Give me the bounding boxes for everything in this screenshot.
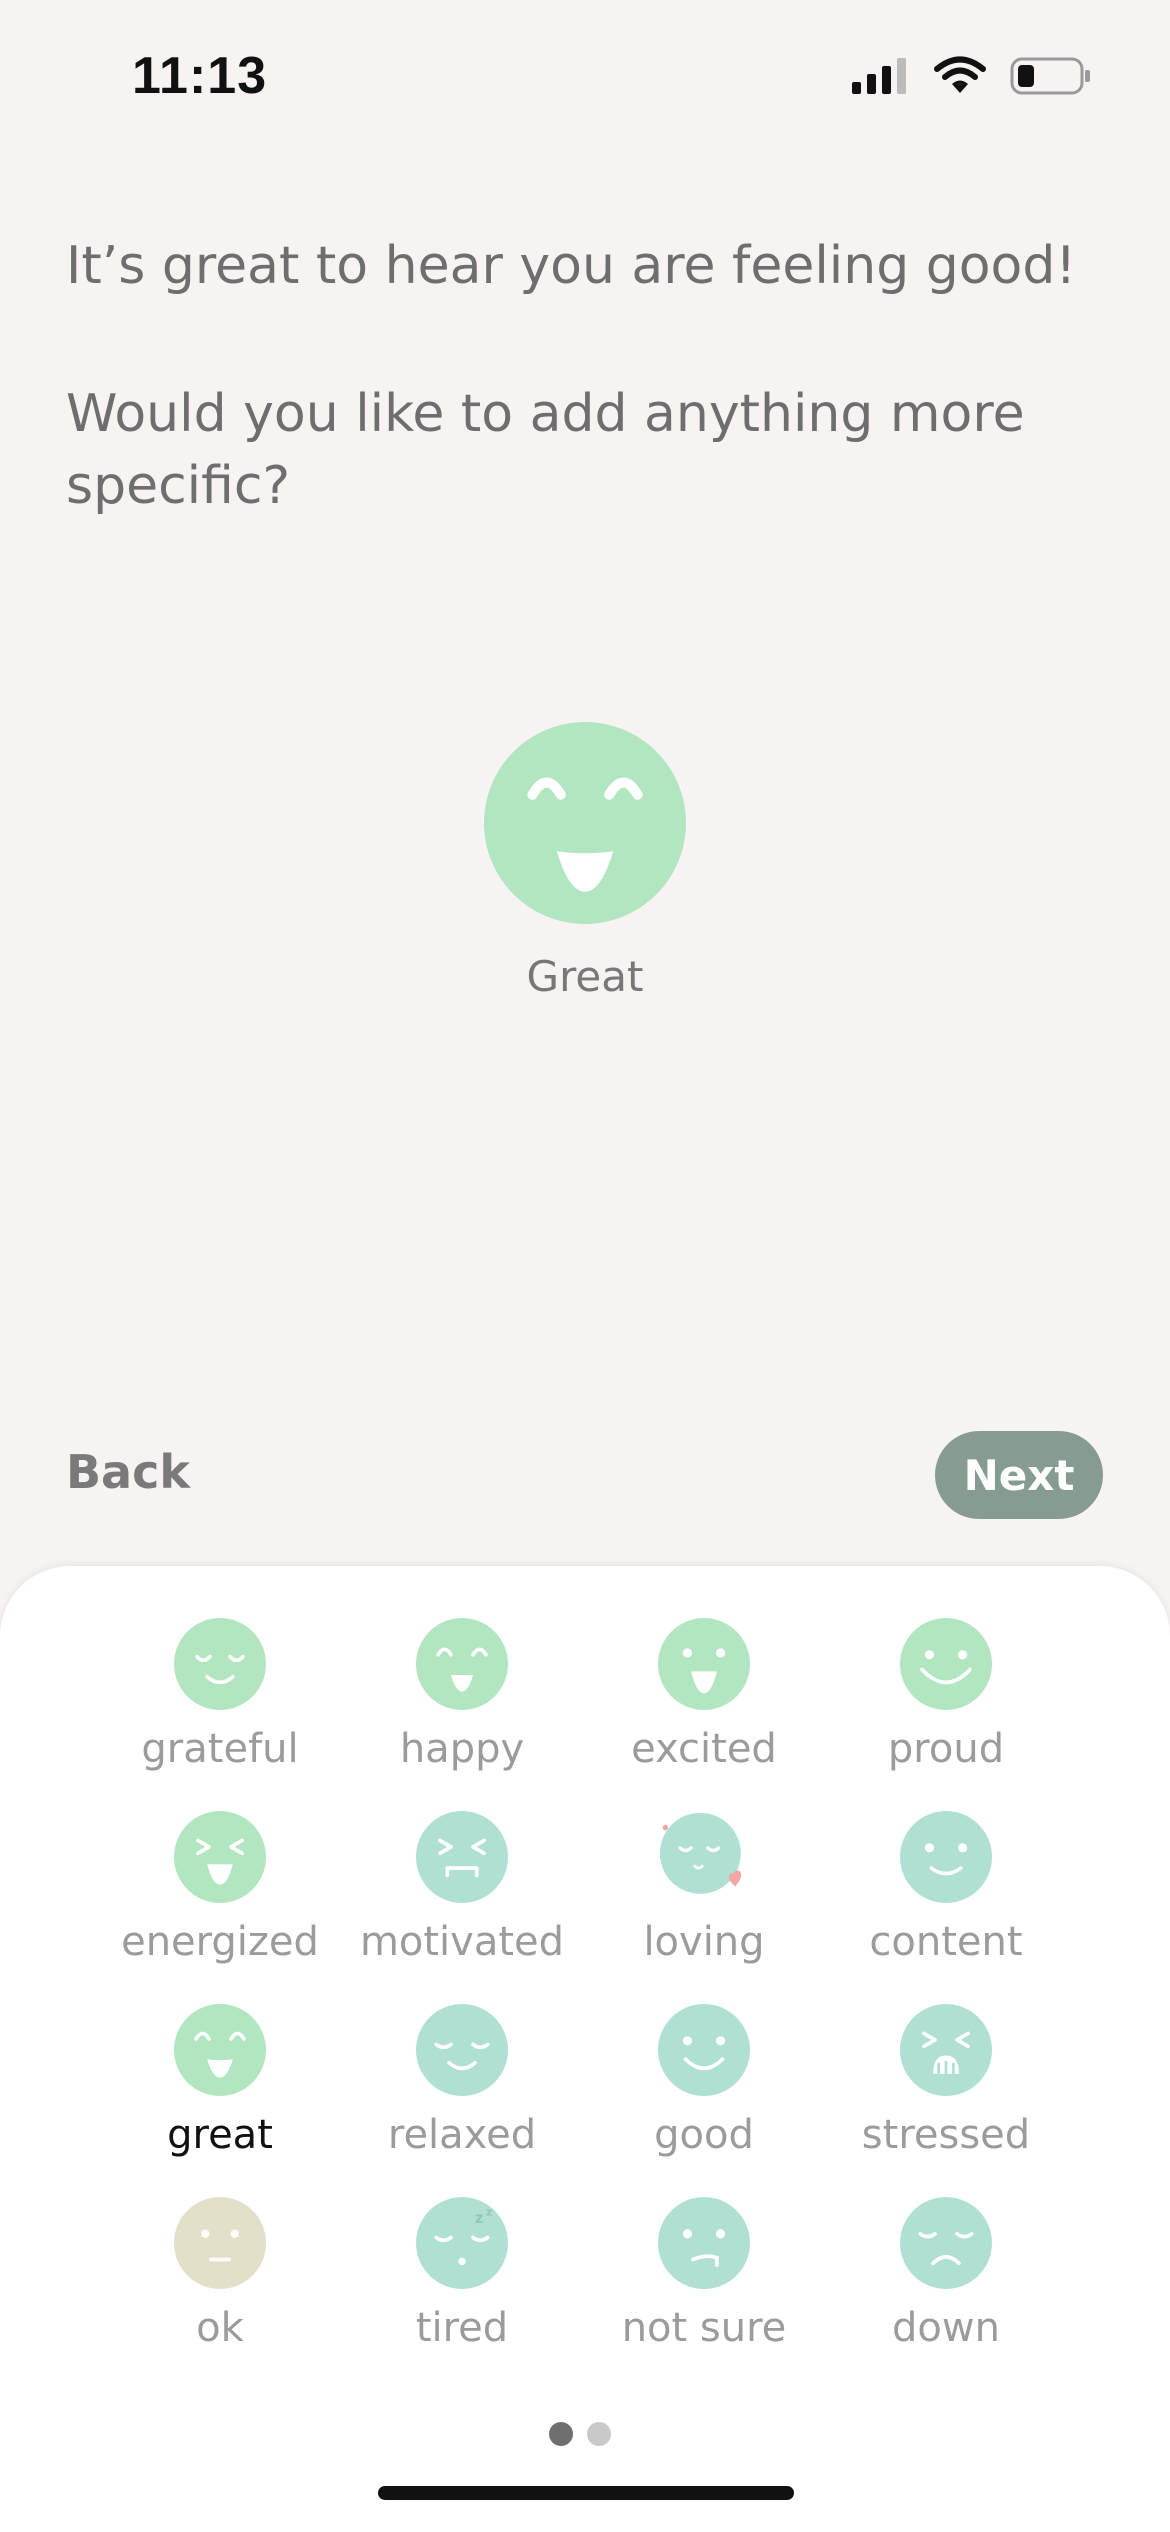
emotion-tired[interactable]: z z tired: [352, 2197, 572, 2351]
emotion-motivated[interactable]: motivated: [352, 1811, 572, 1965]
emotion-happy[interactable]: happy: [352, 1618, 572, 1772]
selected-emotion-label: Great: [526, 952, 644, 1001]
emotion-energized[interactable]: energized: [110, 1811, 330, 1965]
emotion-stressed[interactable]: stressed: [836, 2004, 1056, 2158]
emotion-great[interactable]: great: [110, 2004, 330, 2158]
emotion-label: content: [869, 1919, 1023, 1965]
excited-face-icon: [658, 1618, 750, 1710]
emotion-label: not sure: [621, 2305, 787, 2351]
emotion-not-sure[interactable]: not sure: [594, 2197, 814, 2351]
page-dot-2[interactable]: [587, 2422, 611, 2446]
stressed-face-icon: [900, 2004, 992, 2096]
emotion-label: good: [654, 2112, 754, 2158]
emotion-label: ok: [196, 2305, 244, 2351]
emotion-excited[interactable]: excited: [594, 1618, 814, 1772]
page-indicator: [549, 2422, 611, 2446]
emotion-picker-sheet: grateful happy excited proud energized m…: [0, 1566, 1170, 2532]
energized-face-icon: [174, 1811, 266, 1903]
emotion-good[interactable]: good: [594, 2004, 814, 2158]
emotion-label: tired: [415, 2305, 509, 2351]
great-face-icon: [174, 2004, 266, 2096]
emotion-content[interactable]: content: [836, 1811, 1056, 1965]
status-time: 11:13: [132, 47, 268, 105]
emotion-grateful[interactable]: grateful: [110, 1618, 330, 1772]
home-indicator[interactable]: [378, 2486, 794, 2500]
prompt-text: It’s great to hear you are feeling good!…: [66, 230, 1106, 522]
emotion-label: loving: [643, 1919, 765, 1965]
emotion-label: down: [892, 2305, 1000, 2351]
emotion-label: great: [167, 2112, 273, 2158]
battery-icon: [1010, 57, 1090, 95]
svg-text:z: z: [475, 2210, 484, 2227]
svg-text:z: z: [486, 2205, 492, 2218]
happy-face-icon: [416, 1618, 508, 1710]
next-button[interactable]: Next: [935, 1431, 1103, 1519]
good-face-icon: [658, 2004, 750, 2096]
emotion-label: energized: [121, 1919, 319, 1965]
emotion-down[interactable]: down: [836, 2197, 1056, 2351]
emotion-label: motivated: [359, 1919, 565, 1965]
down-face-icon: [900, 2197, 992, 2289]
loving-face-icon: [659, 1812, 742, 1894]
status-bar: 11:13: [0, 0, 1170, 150]
emotion-label: excited: [631, 1726, 777, 1772]
emotion-relaxed[interactable]: relaxed: [352, 2004, 572, 2158]
emotion-label: proud: [887, 1726, 1005, 1772]
emotion-label: happy: [399, 1726, 525, 1772]
page-dot-1[interactable]: [549, 2422, 573, 2446]
status-icons: [850, 56, 1092, 96]
selected-great-face-icon: [484, 722, 686, 924]
motivated-face-icon: [416, 1811, 508, 1903]
emotion-proud[interactable]: proud: [836, 1618, 1056, 1772]
back-button[interactable]: Back: [66, 1445, 190, 1499]
relaxed-face-icon: [416, 2004, 508, 2096]
cellular-signal-icon: [852, 58, 906, 94]
not-sure-face-icon: [658, 2197, 750, 2289]
proud-face-icon: [900, 1618, 992, 1710]
emotion-label: grateful: [141, 1726, 299, 1772]
content-face-icon: [900, 1811, 992, 1903]
wifi-icon: [934, 56, 986, 93]
emotion-loving[interactable]: loving: [594, 1811, 814, 1965]
tired-face-icon: z z: [416, 2197, 508, 2289]
emotion-label: relaxed: [387, 2112, 537, 2158]
prompt-line-1: It’s great to hear you are feeling good!: [66, 236, 1077, 296]
emotion-ok[interactable]: ok: [110, 2197, 330, 2351]
prompt-line-2: Would you like to add anything more spec…: [66, 384, 1025, 516]
grateful-face-icon: [174, 1618, 266, 1710]
emotion-label: stressed: [861, 2112, 1031, 2158]
ok-face-icon: [174, 2197, 266, 2289]
